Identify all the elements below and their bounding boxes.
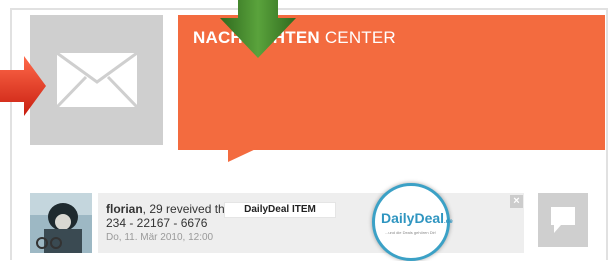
close-button[interactable]: × <box>510 195 523 208</box>
message-code: 234 - 22167 - 6676 <box>106 216 208 230</box>
green-arrow-icon <box>220 0 296 58</box>
dailydeal-logo: DailyDeal.de ...und die Deals gehören Di… <box>372 183 453 261</box>
header-panel-notch <box>228 148 258 162</box>
red-arrow-icon <box>0 56 46 116</box>
title-normal: CENTER <box>324 28 396 47</box>
reply-button[interactable] <box>538 193 588 247</box>
logo-text: DailyDeal.de <box>381 210 453 226</box>
mail-tile <box>30 15 163 145</box>
logo-suffix: .de <box>444 219 453 225</box>
sender-name[interactable]: florian <box>106 202 143 216</box>
speech-bubble-icon <box>551 207 575 233</box>
avatar[interactable] <box>30 193 92 253</box>
logo-name: DailyDeal <box>381 210 445 226</box>
message-text: , 29 reveived the <box>142 202 232 216</box>
envelope-icon <box>56 52 138 108</box>
message-timestamp: Do, 11. Mär 2010, 12:00 <box>106 232 214 243</box>
message-summary: florian, 29 reveived the <box>106 202 231 216</box>
item-badge: DailyDeal ITEM <box>224 202 336 218</box>
logo-tagline: ...und die Deals gehören Dir! <box>385 230 436 235</box>
